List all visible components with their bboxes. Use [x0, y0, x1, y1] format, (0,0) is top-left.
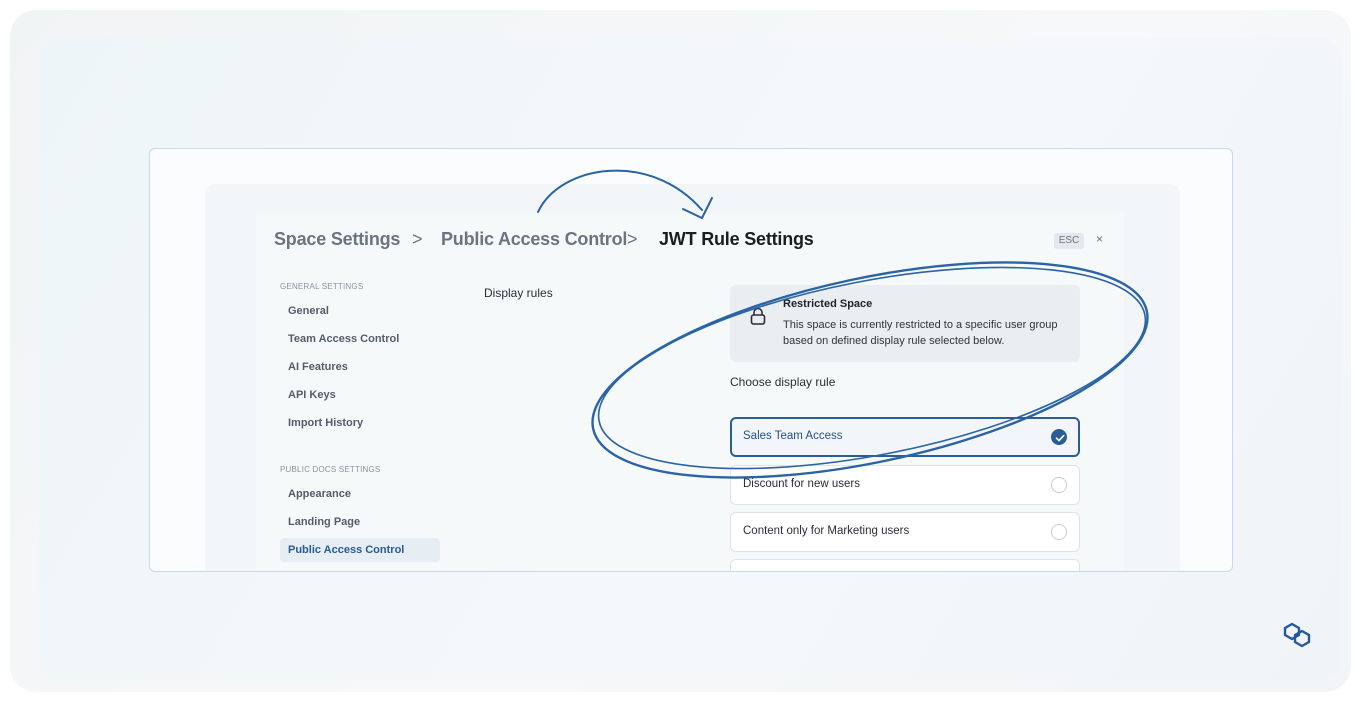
sidebar-item-landing-page[interactable]: Landing Page [280, 510, 430, 534]
breadcrumb-separator: > [412, 229, 423, 249]
sidebar-item-ai-features[interactable]: AI Features [280, 355, 430, 379]
rule-option-label: Discount for new users [743, 478, 860, 490]
section-title-public-docs: PUBLIC DOCS SETTINGS [280, 465, 381, 474]
sidebar-item-general[interactable]: General [280, 299, 430, 323]
rule-option-label: Content only for Marketing users [743, 525, 910, 537]
esc-key-hint[interactable]: ESC [1054, 233, 1084, 249]
rule-option-marketing-users[interactable]: Content only for Marketing users [730, 512, 1080, 552]
sidebar-item-public-access-control[interactable]: Public Access Control [280, 538, 440, 562]
display-rules-label: Display rules [484, 286, 553, 300]
sidebar-item-api-keys[interactable]: API Keys [280, 383, 430, 407]
breadcrumb-space-settings[interactable]: Space Settings [274, 229, 400, 250]
breadcrumb-public-access-control[interactable]: Public Access Control [441, 229, 627, 250]
lock-icon [750, 307, 766, 325]
choose-rule-label: Choose display rule [730, 375, 836, 389]
screenshot-frame: Space Settings > Public Access Control >… [149, 148, 1233, 572]
rule-option-sales-team[interactable]: Sales Team Access [730, 417, 1080, 457]
settings-modal: Space Settings > Public Access Control >… [256, 212, 1124, 571]
restricted-space-notice: Restricted Space This space is currently… [730, 285, 1080, 362]
rule-option-partial[interactable] [730, 559, 1080, 571]
close-icon[interactable]: × [1096, 232, 1103, 246]
sidebar-item-import-history[interactable]: Import History [280, 411, 430, 435]
rule-option-label: Sales Team Access [743, 430, 843, 442]
rule-option-discount-new-users[interactable]: Discount for new users [730, 465, 1080, 505]
section-title-general: GENERAL SETTINGS [280, 282, 364, 291]
breadcrumb-separator: > [627, 229, 638, 249]
restricted-description: This space is currently restricted to a … [783, 319, 1058, 347]
check-icon[interactable] [1051, 429, 1067, 445]
radio-button[interactable] [1051, 524, 1067, 540]
breadcrumb-current-page: JWT Rule Settings [659, 229, 814, 249]
sidebar-item-team-access-control[interactable]: Team Access Control [280, 327, 430, 351]
sidebar-item-appearance[interactable]: Appearance [280, 482, 430, 506]
radio-button[interactable] [1051, 477, 1067, 493]
brand-logo-icon [1283, 622, 1311, 648]
restricted-title: Restricted Space [783, 298, 873, 310]
